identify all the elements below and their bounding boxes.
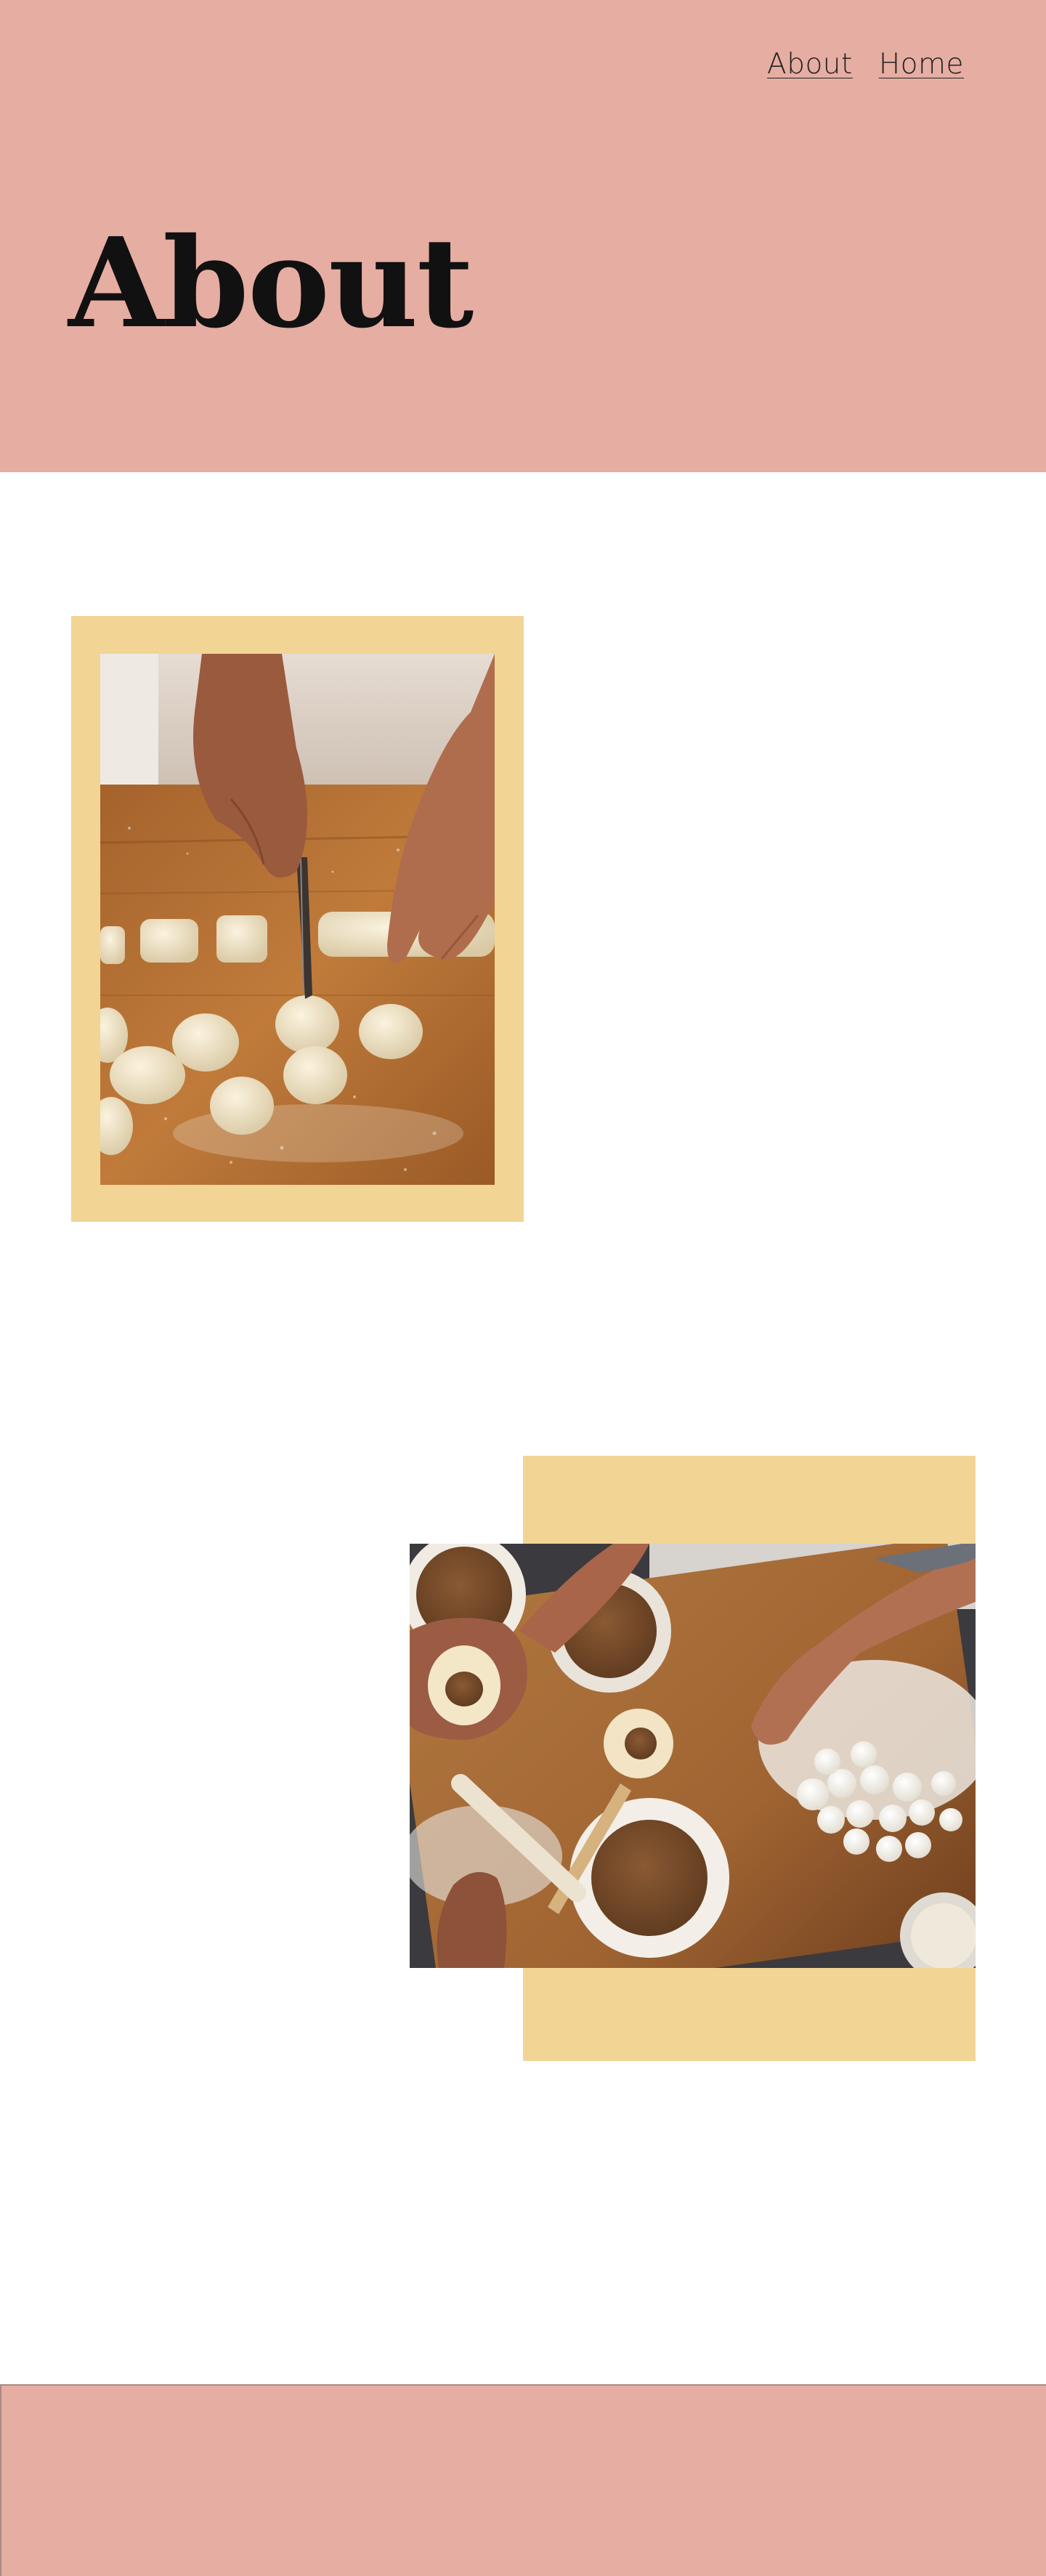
top-nav: About Home bbox=[767, 48, 964, 81]
dumpling-filling-photo bbox=[410, 1544, 976, 1968]
dough-cutting-photo bbox=[100, 654, 495, 1185]
nav-link-home[interactable]: Home bbox=[879, 48, 964, 81]
page-footer bbox=[0, 2384, 1046, 2576]
page-header: About Home About bbox=[0, 0, 1046, 472]
page-title: About bbox=[68, 211, 474, 356]
nav-link-about[interactable]: About bbox=[767, 48, 853, 81]
